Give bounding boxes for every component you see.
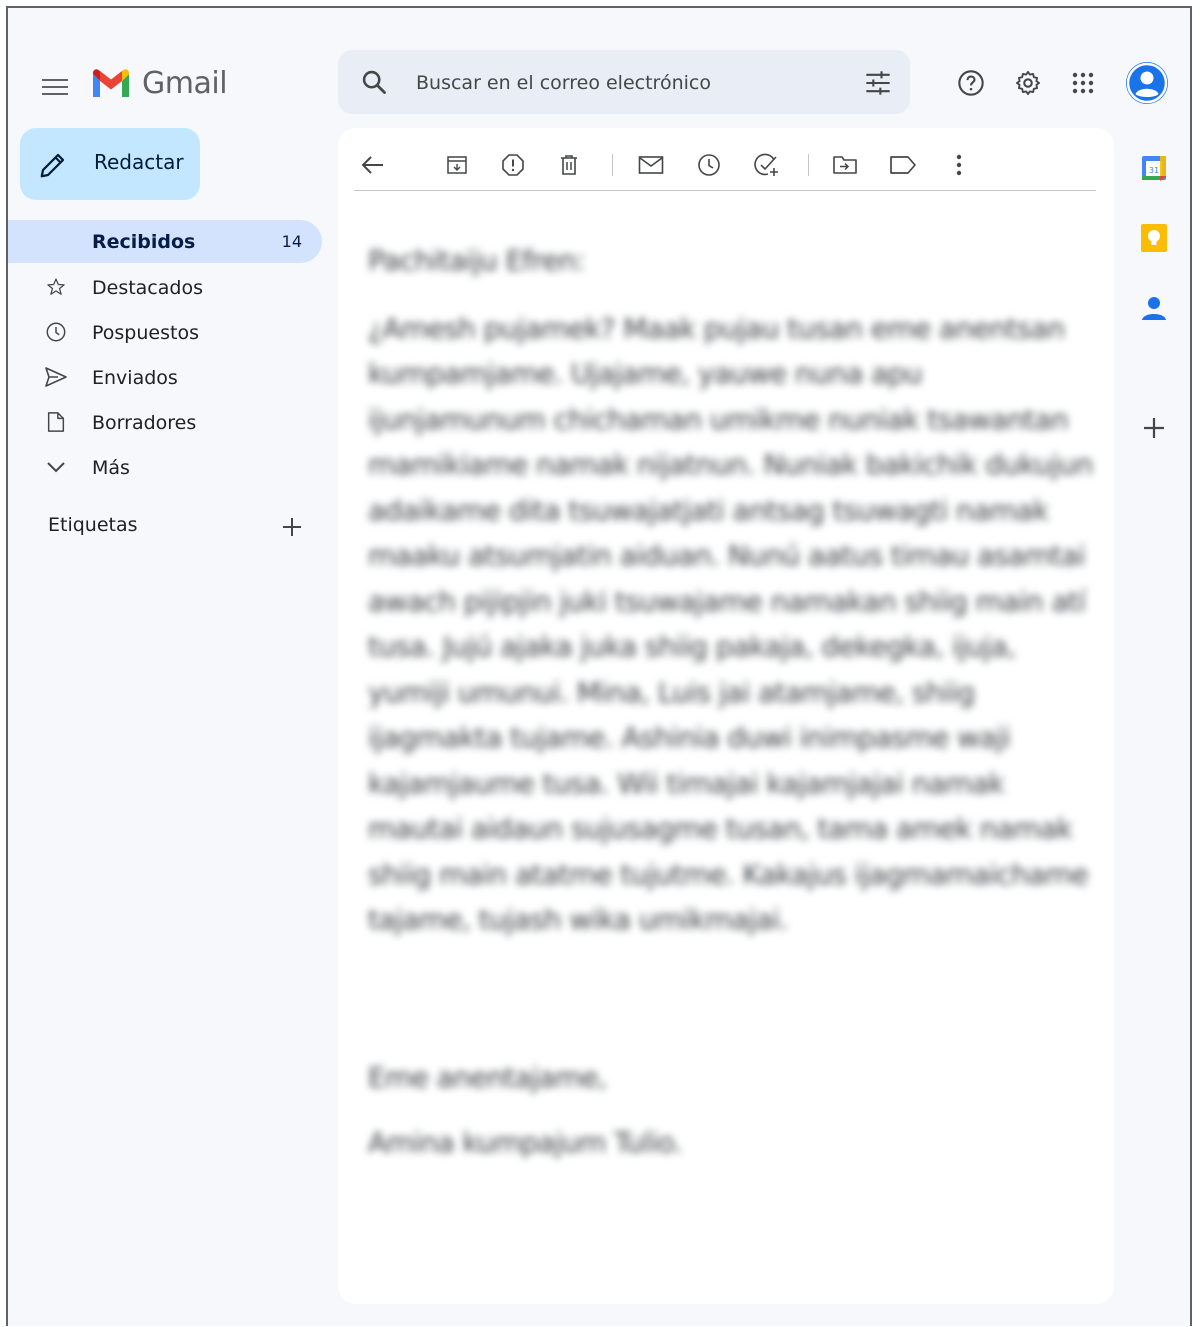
app-name: Gmail <box>142 66 228 101</box>
gmail-m-icon <box>93 68 129 97</box>
main-menu-button[interactable] <box>40 72 70 102</box>
send-icon <box>44 365 68 389</box>
calendar-app-button[interactable]: 31 <box>1140 154 1168 182</box>
trash-icon <box>561 155 577 175</box>
apps-grid-icon <box>1072 72 1094 94</box>
gmail-window: Gmail Buscar en el correo electrónico Re… <box>6 6 1192 1326</box>
move-to-button[interactable] <box>830 150 860 180</box>
compose-label: Redactar <box>94 150 184 174</box>
chevron-down-icon <box>44 455 68 479</box>
calendar-icon: 31 <box>1142 156 1166 181</box>
keep-app-button[interactable] <box>1140 224 1168 252</box>
sidebar-item-label: Enviados <box>92 366 178 389</box>
sidebar-item-label: Pospuestos <box>92 321 199 344</box>
add-label-button[interactable] <box>282 517 302 542</box>
message-pane: Pachitaiju Efren: ¿Amesh pujamek? Maak p… <box>338 128 1114 1304</box>
contacts-person-icon <box>1142 297 1166 320</box>
more-options-button[interactable] <box>944 150 974 180</box>
report-icon <box>502 154 524 176</box>
gear-icon <box>1015 70 1041 96</box>
sidebar-nav: Recibidos 14 Destacados Pospuestos Envia… <box>8 220 328 490</box>
search-input[interactable] <box>414 66 838 100</box>
delete-button[interactable] <box>554 150 584 180</box>
sidebar-item-drafts[interactable]: Borradores <box>8 400 328 445</box>
contacts-app-button[interactable] <box>1140 294 1168 322</box>
sidebar-item-starred[interactable]: Destacados <box>8 265 328 310</box>
hamburger-menu-icon <box>42 79 68 95</box>
message-toolbar <box>354 142 1096 191</box>
keep-bulb-icon <box>1141 224 1167 252</box>
toolbar-divider <box>612 154 613 176</box>
sidebar-item-label: Borradores <box>92 411 197 434</box>
message-greeting: Pachitaiju Efren: <box>368 244 585 277</box>
sidebar-item-sent[interactable]: Enviados <box>8 355 328 400</box>
archive-button[interactable] <box>442 150 472 180</box>
arrow-left-icon <box>361 156 383 174</box>
get-addons-button[interactable] <box>1140 414 1168 442</box>
sidebar-item-label: Más <box>92 456 130 479</box>
snooze-button[interactable] <box>694 150 724 180</box>
report-spam-button[interactable] <box>498 150 528 180</box>
settings-button[interactable] <box>1013 68 1043 98</box>
back-button[interactable] <box>358 150 388 180</box>
archive-icon <box>447 156 467 174</box>
labels-button[interactable] <box>888 150 918 180</box>
toolbar-divider <box>808 154 809 176</box>
more-vert-icon <box>956 154 962 176</box>
compose-button[interactable]: Redactar <box>20 128 200 200</box>
plus-icon <box>283 518 301 536</box>
pencil-icon <box>40 153 65 178</box>
mail-icon <box>638 156 664 174</box>
sidebar-item-label: Destacados <box>92 276 203 299</box>
sidebar-item-more[interactable]: Más <box>8 445 328 490</box>
sidebar-item-snoozed[interactable]: Pospuestos <box>8 310 328 355</box>
plus-icon <box>1144 418 1164 438</box>
help-icon <box>958 70 984 96</box>
folder-move-icon <box>833 156 857 174</box>
svg-text:31: 31 <box>1149 166 1159 175</box>
account-avatar[interactable] <box>1126 62 1168 104</box>
clock-icon <box>44 320 68 344</box>
star-icon <box>44 275 68 299</box>
search-options-icon[interactable] <box>864 70 892 96</box>
message-paragraph: ¿Amesh pujamek? Maak pujau tusan eme ane… <box>368 311 1094 937</box>
add-to-tasks-button[interactable] <box>752 150 782 180</box>
task-add-icon <box>754 153 778 176</box>
clock-icon <box>698 154 720 176</box>
labels-header: Etiquetas <box>48 514 138 536</box>
message-closing: Eme anentajame, <box>368 1060 607 1094</box>
apps-button[interactable] <box>1068 68 1098 98</box>
help-button[interactable] <box>956 68 986 98</box>
search-icon[interactable] <box>360 68 388 96</box>
gmail-logo[interactable]: Gmail <box>90 66 228 101</box>
label-icon <box>890 156 916 174</box>
search-bar <box>338 50 910 114</box>
sidebar-item-inbox[interactable]: Recibidos 14 <box>8 220 322 263</box>
unread-count: 14 <box>281 232 302 251</box>
message-signature: Amina kumpajum Tulio. <box>368 1126 683 1159</box>
mark-unread-button[interactable] <box>636 150 666 180</box>
user-avatar-icon <box>1126 62 1168 104</box>
draft-icon <box>44 410 68 434</box>
message-body: Pachitaiju Efren: ¿Amesh pujamek? Maak p… <box>368 238 1098 1166</box>
sidebar-item-label: Recibidos <box>92 230 196 253</box>
